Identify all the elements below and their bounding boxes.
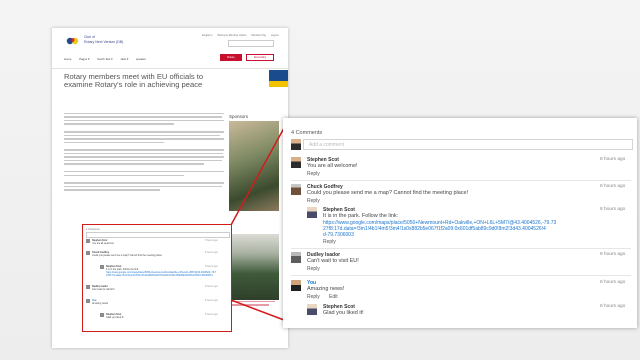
comments-zoom-panel: 4 Comments Add a comment Stephen Scot 8 … [283,118,637,328]
edit-link[interactable]: Edit [329,294,338,300]
comment-text: Can't wait to visit EU! [307,258,359,264]
comment-time: 8 hours ago [600,184,626,189]
avatar[interactable] [291,280,301,291]
nav-pages[interactable]: Pages ▾ [79,57,89,61]
comment-text: You are all welcome! [307,163,358,169]
sponsors-heading: Sponsors [229,114,249,119]
lang-link[interactable]: English ▾ [202,34,213,37]
sponsor-caption[interactable] [229,301,279,308]
map-link-cont[interactable]: 27f8:17d.data=!3m1!4b1!4m5!3m4!1s0x882b5… [323,226,623,232]
site-header: Club of Rotary Next Version (DB) English… [52,28,288,69]
comment-text: Glad you liked it! [323,310,364,316]
current-user-avatar [291,139,301,150]
website-page: Club of Rotary Next Version (DB) English… [52,28,288,348]
avatar[interactable] [291,184,301,195]
rotary-logo-icon [64,36,82,46]
club-line2: Rotary Next Version (DB) [84,39,124,44]
nav-home[interactable]: Home [64,57,71,61]
comment-text: Amazing news! [307,286,345,292]
article-headline: Rotary members meet with EU officials to… [64,72,204,90]
sponsor-badge [269,70,288,81]
nav-rotary-button[interactable]: Rotary [220,54,242,61]
site-search-input[interactable] [228,40,274,47]
mini-comment-count: 4 Comments [86,228,100,231]
sponsor-photo-2[interactable] [229,234,279,300]
nav-secondary-button[interactable]: Secondary [246,54,274,61]
sponsor-photo-1[interactable] [229,121,279,211]
comment-text: It is in the park. Follow the link: [323,213,399,219]
comment-time: 8 hours ago [600,304,626,309]
comment-divider [291,275,631,276]
comment-time: 8 hours ago [600,207,626,212]
avatar[interactable] [291,157,301,168]
nav-jack[interactable]: Jack ▾ [120,57,128,61]
reply-link[interactable]: Reply [307,198,320,204]
avatar[interactable] [307,207,317,218]
map-link-end[interactable]: d-79.7306003 [323,232,354,238]
avatar[interactable] [291,252,301,263]
reply-link[interactable]: Reply [307,266,320,272]
comment-divider [291,180,631,181]
comment-count: 4 Comments [291,130,323,136]
logout-link[interactable]: Logout [271,34,279,37]
top-links: English ▾ Welcome Member Option Member P… [202,34,283,37]
comment-time: 8 hours ago [600,280,626,285]
welcome-link[interactable]: Welcome Member Option [217,34,246,37]
comment-time: 8 hours ago [600,157,626,162]
nav-south-test[interactable]: South Test ▾ [97,57,112,61]
comment-text: Could you please send me a map? Cannot f… [307,190,469,196]
add-comment-placeholder: Add a comment [309,142,345,148]
site-nav: Home Pages ▾ South Test ▾ Jack ▾ speaker [64,57,153,61]
comments-highlight-box: 4 Comments Stephen Scot You are all welc… [82,224,232,332]
nav-speaker[interactable]: speaker [136,57,146,61]
member-pay-link[interactable]: Member Pay [251,34,266,37]
comment-divider [291,248,631,249]
club-name: Club of Rotary Next Version (DB) [84,35,123,44]
sponsor-badge-strip [269,81,288,87]
reply-link[interactable]: Reply [307,294,320,300]
add-comment-input[interactable]: Add a comment [303,139,633,150]
comment-time: 8 hours ago [600,252,626,257]
avatar[interactable] [307,304,317,315]
reply-link[interactable]: Reply [307,171,320,177]
article-body [64,113,226,193]
reply-link[interactable]: Reply [323,239,336,245]
